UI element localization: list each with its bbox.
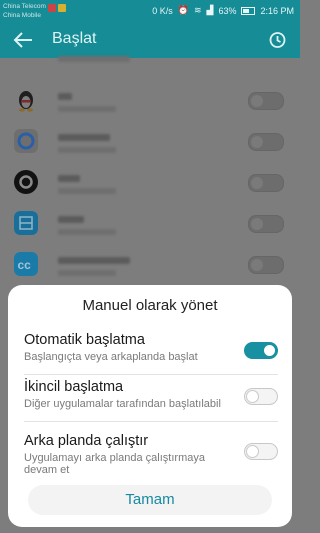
option-desc: Diğer uygulamalar tarafından başlatılabi… [24, 398, 221, 410]
app-bar: Başlat [0, 22, 300, 58]
list-item[interactable]: cc [0, 244, 300, 285]
list-item-toggle[interactable] [248, 92, 284, 110]
run-in-background-toggle[interactable] [244, 443, 278, 460]
battery-icon [241, 6, 256, 15]
list-item[interactable] [0, 162, 300, 203]
qq-browser-icon [14, 129, 38, 153]
list-item[interactable] [0, 121, 300, 162]
history-clock-icon[interactable] [268, 31, 286, 49]
option-title: Otomatik başlatma [24, 332, 145, 348]
notification-icons [48, 4, 66, 12]
list-item[interactable] [0, 203, 300, 244]
ok-button[interactable]: Tamam [28, 485, 272, 515]
dialog-title: Manuel olarak yönet [82, 297, 218, 314]
option-desc: Başlangıçta veya arkaplanda başlat [24, 351, 198, 363]
option-auto-launch[interactable]: Otomatik başlatma Başlangıçta veya arkap… [24, 332, 278, 363]
list-item [0, 56, 300, 80]
app-list: cc [0, 56, 300, 285]
wifi-icon: ≋ [193, 5, 202, 15]
list-item-toggle[interactable] [248, 215, 284, 233]
list-item-toggle[interactable] [248, 174, 284, 192]
option-desc: Uygulamayı arka planda çalıştırmaya deva… [24, 452, 205, 476]
list-item-title-blurred [58, 175, 80, 182]
manage-manually-dialog: Manuel olarak yönet Otomatik başlatma Ba… [8, 285, 292, 527]
notification-icon [48, 4, 56, 12]
auto-launch-toggle[interactable] [244, 342, 278, 359]
list-item-desc-blurred [58, 229, 116, 235]
list-item-desc-blurred [58, 106, 116, 112]
qq-penguin-icon [19, 91, 33, 112]
list-item-title-blurred [58, 93, 72, 100]
list-item-desc-blurred [58, 147, 116, 153]
status-right: 0 K/s ⏰ ≋ ▟ 63% 2:16 PM [152, 5, 294, 16]
list-item-title-blurred [58, 216, 84, 223]
page-title: Başlat [52, 30, 97, 47]
option-secondary-launch[interactable]: İkincil başlatma Diğer uygulamalar taraf… [24, 379, 278, 410]
option-run-in-background[interactable]: Arka planda çalıştır Uygulamayı arka pla… [24, 433, 278, 476]
carrier-labels: China Telecom China Mobile [3, 2, 46, 20]
back-arrow-icon[interactable] [12, 30, 34, 50]
list-item-desc-blurred [58, 270, 116, 276]
status-bar: China Telecom China Mobile 0 K/s ⏰ ≋ ▟ 6… [0, 0, 300, 22]
clock: 2:16 PM [260, 5, 294, 16]
carrier-2: China Mobile [3, 12, 41, 19]
battery-percent: 63% [218, 5, 237, 16]
network-speed: 0 K/s [152, 5, 173, 16]
secondary-launch-toggle[interactable] [244, 388, 278, 405]
list-item-title-blurred [58, 134, 110, 141]
scan-icon [14, 211, 38, 235]
toggle-knob [263, 344, 276, 357]
signal-icon: ▟ [206, 5, 214, 15]
carrier-1: China Telecom [3, 3, 46, 10]
list-item[interactable] [0, 80, 300, 121]
option-title: İkincil başlatma [24, 379, 124, 395]
list-item-title-blurred [58, 257, 130, 264]
list-item-desc-blurred [58, 56, 130, 62]
toggle-knob [246, 445, 259, 458]
option-title: Arka planda çalıştır [24, 433, 149, 449]
toggle-knob [246, 390, 259, 403]
scan-business-card-icon: cc [14, 252, 38, 276]
list-item-toggle[interactable] [248, 133, 284, 151]
divider [24, 374, 278, 375]
svg-text:cc: cc [18, 258, 32, 272]
notification-icon [58, 4, 66, 12]
divider [24, 421, 278, 422]
list-item-desc-blurred [58, 188, 116, 194]
list-item-toggle[interactable] [248, 256, 284, 274]
quik-icon [14, 170, 38, 194]
alarm-icon: ⏰ [177, 5, 189, 15]
